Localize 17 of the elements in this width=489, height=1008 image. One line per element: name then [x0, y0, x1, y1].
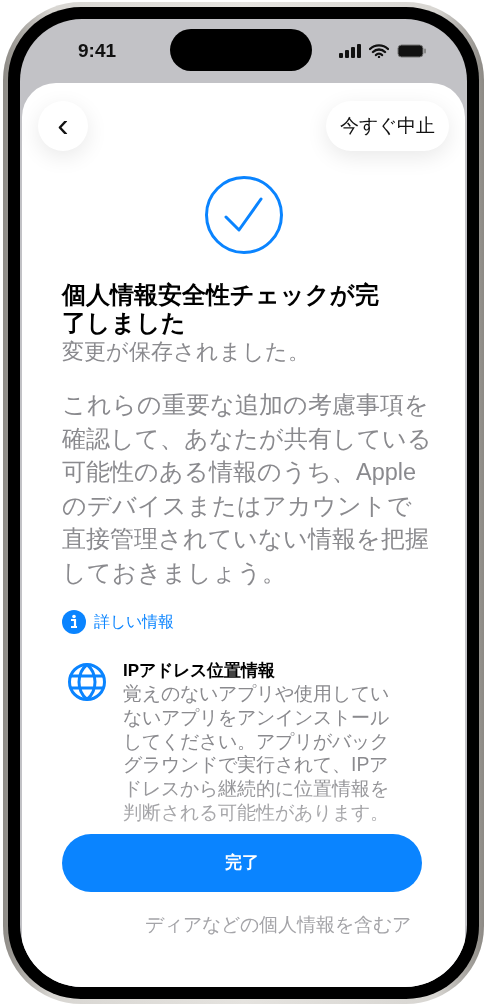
subtitle: 変更が保存されました。 — [62, 338, 311, 366]
checkmark-circle-icon — [203, 175, 284, 255]
item-description: 覚えのないアプリや使用していないアプリをアンインストールしてください。アプリがバックグラウンドで実行されて、IPアドレスから継続的に位置情報を判断される可能性があります。 — [123, 682, 390, 824]
wifi-icon — [369, 44, 389, 58]
battery-icon — [397, 44, 427, 58]
info-icon — [62, 610, 86, 634]
heading: 個人情報安全性チェックが完了しました — [62, 281, 380, 337]
faded-text: ディアなどの個人情報を含むア — [145, 912, 412, 936]
done-button[interactable]: 完了 — [62, 834, 422, 892]
description-text: これらの重要な追加の考慮事項を確認して、あなたが共有している可能性のある情報のうち、Appleのデバイスまたはアカウントで直接管理されていない情報を把握しておきましょう。 — [62, 391, 433, 588]
globe-icon — [67, 662, 107, 702]
more-info-link[interactable]: 詳しい情報 — [94, 610, 174, 634]
back-button[interactable]: ‹ — [38, 101, 88, 151]
stop-now-button[interactable]: 今すぐ中止 — [326, 101, 449, 151]
item-title: IPアドレス位置情報 — [123, 660, 277, 682]
signal-icon — [339, 44, 361, 58]
status-time: 9:41 — [78, 38, 117, 63]
